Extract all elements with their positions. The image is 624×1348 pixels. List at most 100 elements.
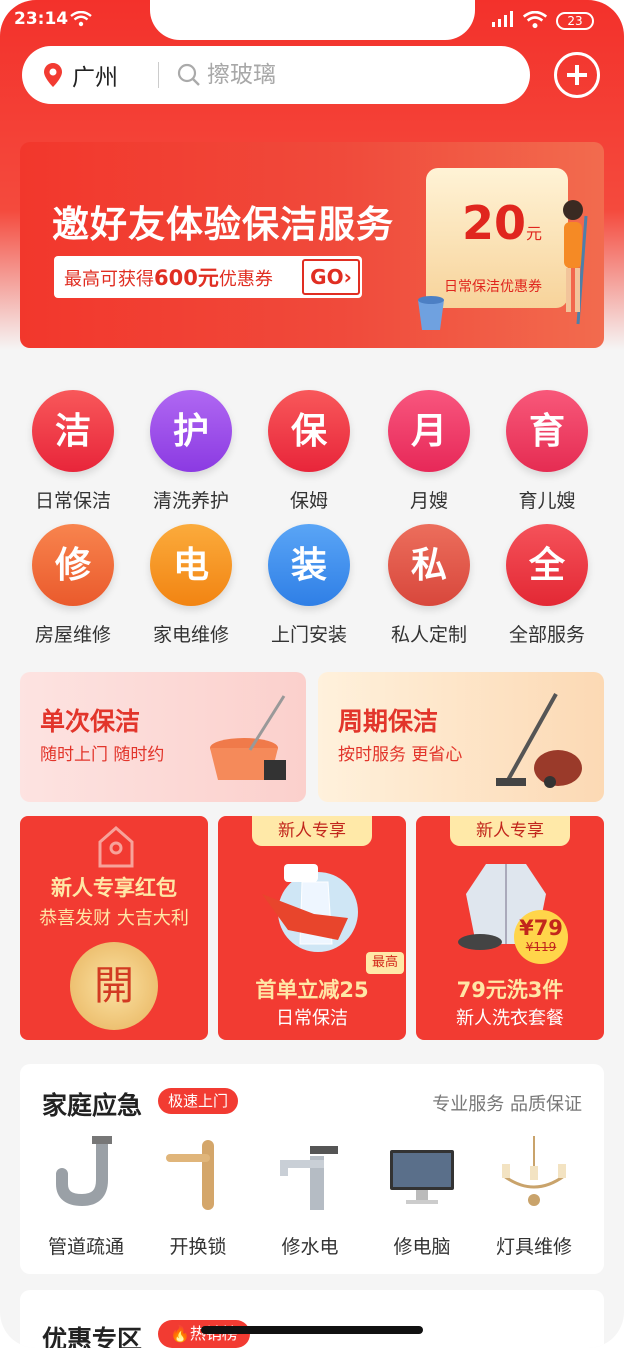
service-label: 保姆	[289, 490, 328, 512]
faucet-icon	[280, 1146, 338, 1210]
bucket-icon	[418, 296, 444, 330]
service-label: 房屋维修	[34, 624, 111, 646]
search-bar: 广州	[22, 46, 530, 104]
add-button[interactable]	[554, 52, 600, 98]
card-title: 周期保洁	[338, 707, 439, 736]
search-input[interactable]	[207, 62, 457, 88]
location-pin-icon[interactable]	[44, 63, 62, 87]
price-tag: ¥79 ¥119	[514, 910, 568, 964]
service-icon: 月	[388, 390, 470, 472]
coupon-unit: 元	[526, 224, 543, 243]
service-label: 家电维修	[152, 624, 229, 646]
laundry-price: ¥79	[519, 916, 563, 940]
pipe-icon	[56, 1136, 112, 1207]
emergency-label: 灯具维修	[495, 1236, 572, 1258]
emergency-item-computer[interactable]: 修电脑	[366, 1136, 478, 1259]
laundry-card[interactable]: 新人专享 ¥79 ¥119 79元洗3件 新人洗衣套餐	[416, 816, 604, 1040]
banner-offer-prefix: 最高可获得	[64, 269, 154, 290]
first-order-card[interactable]: 新人专享 最高 首单立减25 日常保洁	[218, 816, 406, 1040]
emergency-item-lock[interactable]: 开换锁	[142, 1136, 254, 1259]
red-packet-title: 新人专享红包	[51, 876, 177, 900]
emergency-item-plumbing[interactable]: 修水电	[254, 1136, 366, 1259]
fast-service-badge: 极速上门	[158, 1088, 239, 1114]
search-divider	[158, 62, 159, 88]
search-icon	[177, 63, 200, 86]
open-red-packet-button[interactable]: 開	[70, 942, 158, 1030]
home-emergency-section: 家庭应急 极速上门 专业服务 品质保证 管道疏通 开换锁 修水电 修电脑 灯具维…	[20, 1064, 604, 1274]
status-bar: 23:14 23	[0, 8, 624, 34]
service-icon: 护	[150, 390, 232, 472]
mop-bucket-icon	[210, 695, 286, 780]
home-indicator[interactable]	[201, 1326, 423, 1334]
door-handle-icon	[166, 1140, 214, 1210]
coupon-card: 20元 日常保洁优惠券	[426, 168, 568, 308]
card-subtitle: 按时服务 更省心	[338, 745, 463, 765]
deals-section: 优惠专区 🔥热销榜	[20, 1290, 604, 1348]
service-icon: 育	[506, 390, 588, 472]
banner-title: 邀好友体验保洁服务	[52, 203, 394, 246]
service-label: 育儿嫂	[518, 490, 576, 512]
service-icon: 装	[268, 524, 350, 606]
coupon-amount: 20	[462, 196, 527, 250]
wifi-icon	[522, 11, 548, 29]
service-label: 上门安装	[270, 624, 347, 646]
service-label: 全部服务	[508, 624, 585, 646]
service-icon: 私	[388, 524, 470, 606]
service-home-repair[interactable]: 修房屋维修	[14, 524, 132, 647]
battery-indicator: 23	[556, 12, 594, 30]
go-label: GO	[310, 265, 344, 289]
banner-offer: 最高可获得600元优惠券 GO›	[54, 256, 362, 298]
service-cleaning[interactable]: 洁日常保洁	[14, 390, 132, 513]
service-custom[interactable]: 私私人定制	[370, 524, 488, 647]
service-label: 清洗养护	[152, 490, 229, 512]
invite-banner[interactable]: 邀好友体验保洁服务 最高可获得600元优惠券 GO› 20元 日常保洁优惠券	[20, 142, 604, 348]
service-all[interactable]: 全全部服务	[488, 524, 606, 647]
status-time: 23:14	[14, 9, 69, 29]
promo-row: 新人专享红包 恭喜发财 大吉大利 開 新人专享 最高 首单立减25 日常保洁 新…	[20, 816, 604, 1040]
red-packet-card[interactable]: 新人专享红包 恭喜发财 大吉大利 開	[20, 816, 208, 1040]
laundry-old-price: ¥119	[525, 940, 557, 954]
section-tagline: 专业服务 品质保证	[432, 1094, 582, 1115]
service-care[interactable]: 护清洗养护	[132, 390, 250, 513]
emergency-label: 修电脑	[393, 1236, 451, 1258]
house-icon	[98, 826, 134, 868]
max-badge: 最高	[366, 952, 404, 974]
service-nanny[interactable]: 保保姆	[250, 390, 368, 513]
red-packet-subtitle: 恭喜发财 大吉大利	[39, 908, 189, 929]
laundry-subtitle: 新人洗衣套餐	[456, 1008, 564, 1029]
section-title: 优惠专区	[42, 1325, 143, 1348]
hot-sale-badge: 🔥热销榜	[158, 1320, 250, 1348]
new-user-tab: 新人专享	[252, 816, 372, 846]
emergency-label: 修水电	[281, 1236, 339, 1258]
service-label: 日常保洁	[34, 490, 111, 512]
service-appliance-repair[interactable]: 电家电维修	[132, 524, 250, 647]
first-order-subtitle: 日常保洁	[276, 1008, 348, 1029]
service-icon: 电	[150, 524, 232, 606]
single-cleaning-card[interactable]: 单次保洁 随时上门 随时约	[20, 672, 306, 802]
card-title: 单次保洁	[40, 707, 141, 736]
periodic-cleaning-card[interactable]: 周期保洁 按时服务 更省心	[318, 672, 604, 802]
spray-glove-icon	[262, 864, 358, 952]
emergency-item-pipe[interactable]: 管道疏通	[30, 1136, 142, 1259]
banner-offer-amount: 600元	[154, 266, 219, 290]
service-icon: 洁	[32, 390, 114, 472]
laundry-title: 79元洗3件	[456, 978, 564, 1002]
service-icon: 修	[32, 524, 114, 606]
app-screen: 23:14 23 广州 邀好友体验保洁服务 最高可获得600元优惠券 GO› 2…	[0, 0, 624, 1348]
city-selector[interactable]: 广州	[72, 58, 118, 92]
cleaning-options: 单次保洁 随时上门 随时约 周期保洁 按时服务 更省心	[20, 672, 604, 802]
service-label: 月嫂	[409, 490, 448, 512]
service-grid: 洁日常保洁 护清洗养护 保保姆 月月嫂 育育儿嫂 修房屋维修 电家电维修 装上门…	[0, 370, 624, 670]
card-subtitle: 随时上门 随时约	[40, 745, 165, 765]
service-childcare[interactable]: 育育儿嫂	[488, 390, 606, 513]
emergency-item-lamp[interactable]: 灯具维修	[478, 1136, 590, 1259]
service-installation[interactable]: 装上门安装	[250, 524, 368, 647]
banner-go-button[interactable]: GO›	[302, 259, 360, 295]
service-icon: 保	[268, 390, 350, 472]
vacuum-cleaner-icon	[496, 693, 582, 788]
service-maternity[interactable]: 月月嫂	[370, 390, 488, 513]
computer-icon	[390, 1150, 454, 1204]
first-order-title: 首单立减25	[255, 978, 369, 1002]
section-title: 家庭应急	[42, 1091, 143, 1120]
service-icon: 全	[506, 524, 588, 606]
